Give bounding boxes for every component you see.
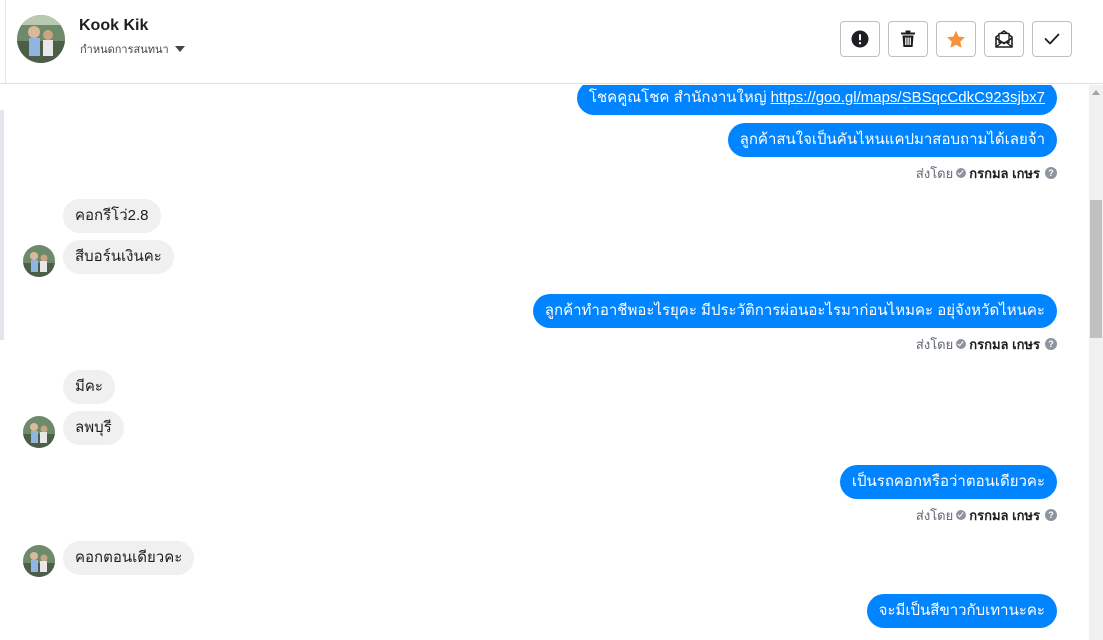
contact-avatar[interactable] — [23, 416, 55, 448]
message-link[interactable]: https://goo.gl/maps/SBSqcCdkC923sjbx7 — [771, 89, 1045, 106]
mark-unread-button[interactable] — [984, 21, 1024, 57]
message-thread[interactable]: โชคคูณโชค สำนักงานใหญ่ https://goo.gl/ma… — [0, 85, 1089, 640]
message-text: คอกตอนเดียวคะ — [75, 549, 183, 566]
message-text: ลพบุรี — [75, 419, 112, 436]
conversation-settings-label: กำหนดการสนทนา — [80, 44, 169, 56]
caret-down-icon — [174, 46, 185, 52]
incoming-message[interactable]: ลพบุรี — [63, 411, 124, 445]
star-icon — [947, 30, 965, 48]
sent-by-info: ส่งโดย กรกมล เกษร ? — [916, 165, 1057, 181]
report-button[interactable] — [840, 21, 880, 57]
star-button[interactable] — [936, 21, 976, 57]
envelope-icon — [995, 30, 1013, 48]
check-circle-icon — [956, 510, 967, 520]
scroll-up-arrow-icon[interactable] — [1092, 90, 1100, 95]
outgoing-message[interactable]: เป็นรถคอกหรือว่าตอนเดียวคะ — [839, 465, 1057, 499]
sent-by-label: ส่งโดย — [915, 507, 954, 523]
help-icon[interactable]: ? — [1045, 167, 1057, 179]
message-text: โชคคูณโชค สำนักงานใหญ่ — [588, 89, 771, 106]
incoming-message[interactable]: คอกรีโว่2.8 — [63, 199, 161, 233]
chat-scrollbar[interactable] — [1089, 85, 1103, 640]
sender-name[interactable]: กรกมล เกษร — [969, 163, 1040, 184]
message-text: จะมีเป็นสีขาวกับเทานะคะ — [878, 602, 1045, 619]
message-text: ลูกค้าทำอาชีพอะไรยุคะ มีประวัติการผ่อนอะ… — [544, 302, 1045, 319]
contact-avatar[interactable] — [23, 245, 55, 277]
delete-button[interactable] — [888, 21, 928, 57]
sent-by-info: ส่งโดย กรกมล เกษร ? — [916, 507, 1057, 523]
outgoing-message[interactable]: จะมีเป็นสีขาวกับเทานะคะ — [866, 594, 1057, 628]
message-text: เป็นรถคอกหรือว่าตอนเดียวคะ — [851, 473, 1045, 490]
message-text: มีคะ — [75, 378, 103, 395]
left-edge-divider — [0, 110, 4, 340]
trash-icon — [901, 30, 915, 47]
check-circle-icon — [956, 339, 967, 349]
conversation-settings-dropdown[interactable]: กำหนดการสนทนา — [80, 40, 185, 58]
conversation-header: Kook Kik กำหนดการสนทนา — [0, 0, 1103, 84]
exclamation-circle-icon — [851, 30, 869, 48]
contact-name[interactable]: Kook Kik — [79, 17, 148, 35]
help-icon[interactable]: ? — [1045, 509, 1057, 521]
sender-name[interactable]: กรกมล เกษร — [969, 505, 1040, 526]
sent-by-label: ส่งโดย — [915, 336, 954, 352]
message-text: ลูกค้าสนใจเป็นคันไหนแคปมาสอบถามได้เลยจ้า — [739, 131, 1045, 148]
check-circle-icon — [956, 168, 967, 178]
outgoing-message[interactable]: ลูกค้าสนใจเป็นคันไหนแคปมาสอบถามได้เลยจ้า — [727, 123, 1057, 157]
contact-avatar[interactable] — [23, 545, 55, 577]
incoming-message[interactable]: สีบอร์นเงินคะ — [63, 240, 174, 274]
outgoing-message[interactable]: ลูกค้าทำอาชีพอะไรยุคะ มีประวัติการผ่อนอะ… — [532, 294, 1057, 328]
outgoing-message[interactable]: โชคคูณโชค สำนักงานใหญ่ https://goo.gl/ma… — [576, 85, 1057, 115]
scrollbar-thumb[interactable] — [1090, 200, 1102, 338]
incoming-message[interactable]: คอกตอนเดียวคะ — [63, 541, 195, 575]
sent-by-info: ส่งโดย กรกมล เกษร ? — [916, 336, 1057, 352]
incoming-message[interactable]: มีคะ — [63, 370, 115, 404]
message-text: คอกรีโว่2.8 — [75, 207, 149, 224]
mark-done-button[interactable] — [1032, 21, 1072, 57]
sent-by-label: ส่งโดย — [915, 165, 954, 181]
conversation-toolbar — [840, 21, 1072, 57]
help-icon[interactable]: ? — [1045, 338, 1057, 350]
message-text: สีบอร์นเงินคะ — [75, 248, 162, 265]
left-edge-divider — [0, 0, 6, 84]
sender-name[interactable]: กรกมล เกษร — [969, 334, 1040, 355]
contact-avatar[interactable] — [17, 15, 65, 63]
check-icon — [1044, 33, 1060, 45]
